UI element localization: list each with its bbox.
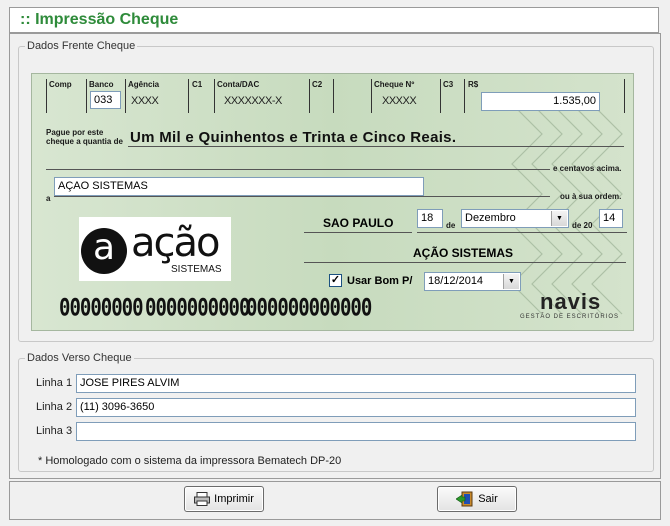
- imprimir-label: Imprimir: [214, 493, 254, 505]
- title-bar: :: Impressão Cheque: [9, 7, 659, 33]
- favorecido-line: [54, 196, 550, 197]
- linha3-label: Linha 3: [36, 425, 73, 437]
- favorecido-input[interactable]: AÇAO SISTEMAS: [54, 177, 424, 196]
- window: :: Impressão Cheque Dados Frente Cheque …: [0, 0, 670, 526]
- bom-para-label[interactable]: Usar Bom P/: [347, 275, 412, 287]
- mes-select[interactable]: Dezembro ▼: [461, 209, 569, 228]
- navis-logo-word: navis: [540, 289, 602, 314]
- verso-legend: Dados Verso Cheque: [27, 352, 132, 364]
- homologado-note: * Homologado com o sistema da impressora…: [38, 455, 342, 467]
- divider: [86, 79, 87, 113]
- navis-logo-sub: GESTÃO DE ESCRITÓRIOS: [520, 314, 620, 320]
- valor-extenso: Um Mil e Quinhentos e Trinta e Cinco Rea…: [130, 129, 457, 146]
- emitente-text: AÇÃO SISTEMAS: [413, 246, 514, 260]
- divider: [188, 79, 189, 113]
- agencia-mask: XXXX: [131, 95, 159, 107]
- divider: [125, 79, 126, 113]
- a-label: a: [46, 194, 51, 203]
- acao-logo-word: ação: [131, 220, 220, 266]
- cidade-line: [304, 232, 412, 233]
- comp-label: Comp: [49, 80, 72, 89]
- bom-para-date-picker[interactable]: 18/12/2014 ▼: [424, 272, 521, 291]
- micr-2: 0000000000: [145, 294, 250, 322]
- pague-label-1: Pague por este: [46, 128, 104, 137]
- agencia-label: Agência: [128, 80, 160, 89]
- divider: [371, 79, 372, 113]
- divider: [309, 79, 310, 113]
- divider: [464, 79, 465, 113]
- window-title: :: Impressão Cheque: [20, 11, 179, 28]
- ordem-label: ou à sua ordem.: [560, 192, 622, 201]
- banco-label: Banco: [89, 80, 114, 89]
- divider: [624, 79, 625, 113]
- emitente-line: [304, 262, 626, 263]
- footer-panel: [9, 481, 661, 520]
- linha1-label: Linha 1: [36, 377, 73, 389]
- de-label: de: [446, 221, 456, 230]
- c3-label: C3: [443, 80, 454, 89]
- linha2-input[interactable]: (11) 3096-3650: [76, 398, 636, 417]
- linha2-label: Linha 2: [36, 401, 73, 413]
- linha3-input[interactable]: [76, 422, 636, 441]
- sair-button[interactable]: Sair: [437, 486, 517, 512]
- chevron-down-icon[interactable]: ▼: [503, 274, 519, 289]
- extenso-line: [128, 146, 624, 147]
- linha1-input[interactable]: JOSE PIRES ALVIM: [76, 374, 636, 393]
- rs-label: R$: [468, 80, 479, 89]
- cheque-image: Comp Banco 033 Agência XXXX C1 Conta/DAC…: [31, 73, 634, 331]
- divider: [333, 79, 334, 113]
- conta-label: Conta/DAC: [217, 80, 260, 89]
- bom-para-checkbox[interactable]: ✓: [329, 274, 342, 287]
- acao-logo-letter: a: [81, 228, 127, 274]
- dia-input[interactable]: 18: [417, 209, 443, 228]
- valor-input[interactable]: 1.535,00: [481, 92, 600, 111]
- exit-door-icon: [456, 491, 473, 507]
- divider: [214, 79, 215, 113]
- printer-icon: [194, 492, 211, 506]
- micr-3: 000000000000: [246, 294, 372, 322]
- bom-para-date-value: 18/12/2014: [428, 275, 484, 287]
- cheque-no-label: Cheque Nº: [374, 80, 415, 89]
- banco-input[interactable]: 033: [90, 91, 121, 109]
- de20-label: de 20: [572, 221, 593, 230]
- cheque-mask: XXXXX: [382, 95, 417, 107]
- acao-logo-sub: SISTEMAS: [171, 264, 222, 275]
- imprimir-button[interactable]: Imprimir: [184, 486, 264, 512]
- chevron-down-icon[interactable]: ▼: [551, 211, 567, 226]
- divider: [46, 79, 47, 113]
- ano-input[interactable]: 14: [599, 209, 623, 228]
- pague-label-2: cheque a quantia de: [46, 137, 123, 146]
- c1-label: C1: [192, 80, 203, 89]
- navis-logo: navis GESTÃO DE ESCRITÓRIOS: [516, 289, 626, 323]
- c2-label: C2: [312, 80, 323, 89]
- divider: [440, 79, 441, 113]
- data-line: [417, 232, 627, 233]
- frente-legend: Dados Frente Cheque: [27, 40, 136, 52]
- centavos-label: e centavos acima.: [553, 164, 622, 173]
- micr-1: 00000000: [59, 294, 144, 322]
- acao-logo: a ação SISTEMAS: [79, 217, 231, 281]
- sair-label: Sair: [478, 493, 498, 505]
- conta-mask: XXXXXXX-X: [224, 95, 282, 107]
- extenso-line-2: [46, 169, 550, 170]
- cidade-text: SAO PAULO: [323, 216, 394, 230]
- checkmark-icon: ✓: [330, 274, 341, 286]
- mes-value: Dezembro: [465, 212, 516, 224]
